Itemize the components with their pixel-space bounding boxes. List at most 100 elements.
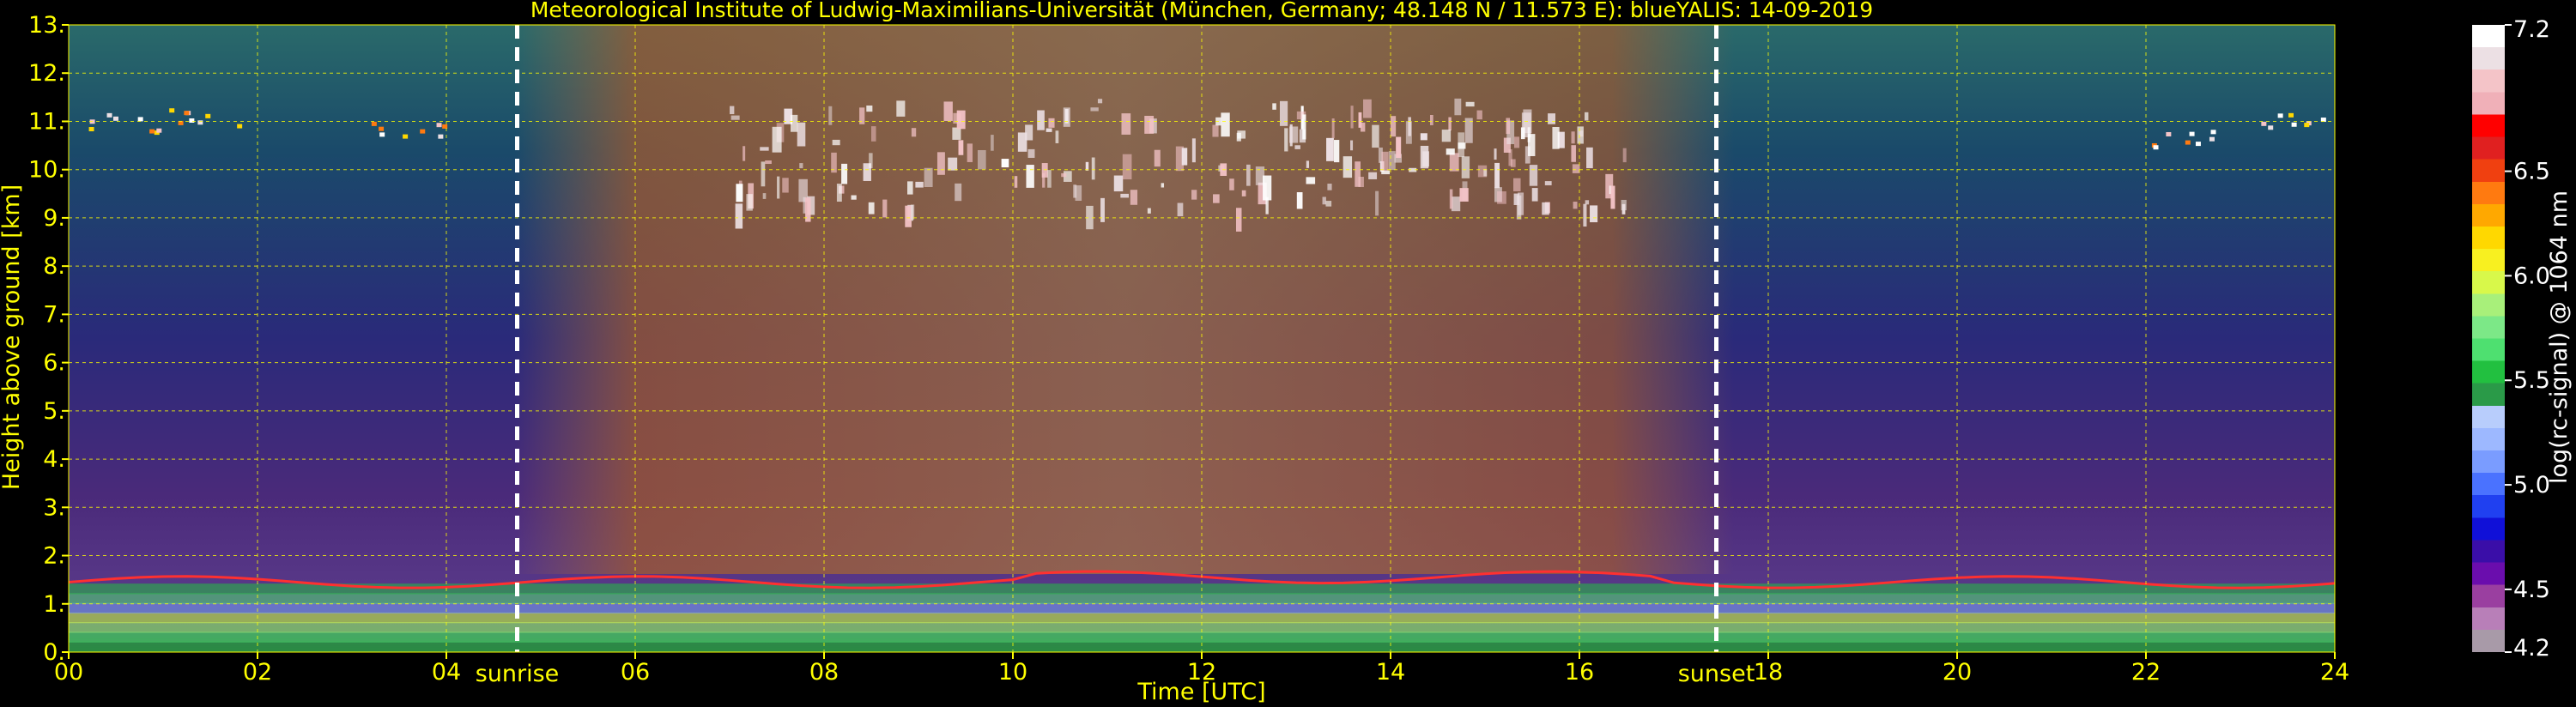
cirrus-cloud-mark <box>799 163 803 169</box>
cirrus-cloud-mark <box>955 183 962 202</box>
cirrus-cloud-mark <box>882 199 888 218</box>
cirrus-cloud-mark <box>1388 151 1396 171</box>
cirrus-cloud-mark <box>1061 172 1067 178</box>
cirrus-cloud-mark <box>1147 208 1151 214</box>
cirrus-cloud-mark <box>1350 140 1354 151</box>
x-tick-label: 24 <box>2320 659 2349 686</box>
cirrus-cloud-mark <box>1121 113 1131 135</box>
chart-title: Meteorological Institute of Ludwig-Maxim… <box>530 0 1873 22</box>
cirrus-cloud-mark <box>1246 164 1251 186</box>
colorbar-tick-label: 5.0 <box>2513 472 2550 499</box>
x-axis-label: Time [UTC] <box>1136 679 1265 705</box>
y-tick-label: 11. <box>28 108 65 135</box>
cirrus-cloud-mark <box>1584 112 1589 121</box>
colorbar: 7.2 6.5 6.0 5.5 5.0 4.5 4.2 log(rc-signal) @ 1… <box>2472 16 2573 662</box>
cirrus-cloud-mark <box>943 101 953 121</box>
y-tick-label: 5. <box>43 398 65 425</box>
colorbar-tick-label: 5.5 <box>2513 367 2550 394</box>
y-axis-label: Height above ground [km] <box>0 184 25 490</box>
cirrus-cloud-mark <box>1130 190 1138 205</box>
cirrus-cloud-mark <box>828 106 833 125</box>
cloud-patch-mark <box>106 112 112 118</box>
cirrus-cloud-mark <box>1494 162 1500 189</box>
cirrus-cloud-mark <box>1046 128 1052 132</box>
cloud-patch-mark <box>2268 125 2274 130</box>
cirrus-cloud-mark <box>1518 192 1524 215</box>
cirrus-cloud-mark <box>841 163 848 184</box>
cirrus-cloud-mark <box>1358 176 1364 188</box>
cirrus-cloud-mark <box>1527 127 1530 142</box>
cirrus-cloud-mark <box>1476 110 1482 120</box>
cloud-patch-mark <box>403 134 409 139</box>
cloud-patch-mark <box>237 124 243 129</box>
cirrus-cloud-mark <box>1396 136 1402 159</box>
cirrus-cloud-mark <box>1154 149 1161 167</box>
cirrus-cloud-mark <box>977 149 986 170</box>
cloud-patch-mark <box>2153 145 2159 150</box>
cirrus-cloud-mark <box>1448 117 1452 131</box>
cloud-patch-mark <box>2166 131 2172 136</box>
cloud-patch-mark <box>2209 136 2215 142</box>
y-tick-label: 0. <box>43 639 65 666</box>
cirrus-cloud-mark <box>1302 114 1306 140</box>
cirrus-cloud-mark <box>1494 148 1497 160</box>
cirrus-cloud-mark <box>1055 130 1059 143</box>
colorbar-tick-label: 6.0 <box>2513 263 2550 289</box>
cirrus-cloud-mark <box>738 180 742 184</box>
cirrus-cloud-mark <box>1446 148 1455 155</box>
cirrus-cloud-mark <box>1571 145 1576 162</box>
cirrus-cloud-mark <box>1026 165 1034 188</box>
colorbar-tick-label: 6.5 <box>2513 159 2550 185</box>
cirrus-cloud-mark <box>1548 113 1555 124</box>
cirrus-cloud-mark <box>1552 126 1560 149</box>
cirrus-cloud-mark <box>1381 170 1391 175</box>
x-tick-label: 08 <box>809 659 839 686</box>
y-tick-label: 6. <box>43 350 65 377</box>
cloud-patch-mark <box>205 113 211 118</box>
cirrus-cloud-mark <box>1326 137 1334 161</box>
cirrus-cloud-mark <box>1449 153 1459 172</box>
cirrus-cloud-mark <box>948 157 958 171</box>
cirrus-cloud-mark <box>1334 140 1340 163</box>
cirrus-cloud-mark <box>1454 98 1462 116</box>
y-tick-label: 2. <box>43 543 65 570</box>
cirrus-cloud-mark <box>1577 126 1584 144</box>
cloud-patch-mark <box>2288 112 2294 118</box>
cirrus-cloud-mark <box>782 178 789 193</box>
cirrus-cloud-mark <box>1235 208 1242 232</box>
x-tick-label: 04 <box>432 659 461 686</box>
cirrus-cloud-mark <box>1622 148 1627 163</box>
y-tick-label: 1. <box>43 591 65 618</box>
cirrus-cloud-mark <box>1390 116 1397 137</box>
cirrus-cloud-mark <box>956 110 966 130</box>
cirrus-cloud-mark <box>910 204 915 220</box>
cirrus-cloud-mark <box>1585 200 1590 205</box>
cirrus-cloud-mark <box>1590 205 1598 223</box>
cirrus-cloud-mark <box>1572 164 1580 173</box>
cirrus-cloud-mark <box>1586 147 1593 169</box>
cirrus-cloud-mark <box>1449 189 1453 209</box>
cirrus-cloud-mark <box>1610 185 1615 209</box>
cirrus-cloud-mark <box>760 147 769 151</box>
cirrus-cloud-mark <box>736 184 743 202</box>
cirrus-cloud-mark <box>1091 157 1095 180</box>
cloud-patch-mark <box>156 128 162 133</box>
cirrus-cloud-mark <box>866 105 873 112</box>
colorbar-gradient <box>2472 25 2505 652</box>
cirrus-cloud-mark <box>730 115 740 120</box>
cloud-patch-mark <box>137 117 143 122</box>
cirrus-cloud-mark <box>1229 178 1234 190</box>
cloud-patch-mark <box>2261 121 2267 126</box>
cirrus-cloud-mark <box>1322 196 1326 205</box>
cirrus-cloud-mark <box>1294 145 1300 149</box>
cirrus-cloud-mark <box>1181 148 1188 166</box>
cirrus-cloud-mark <box>1465 101 1475 107</box>
cirrus-cloud-mark <box>905 205 912 227</box>
lidar-chart: sunrise sunset 00 02 04 06 08 10 12 14 16 18 20 22 24… <box>0 0 2573 705</box>
y-tick-label: 10. <box>28 157 65 184</box>
cirrus-cloud-mark <box>1375 190 1379 216</box>
cirrus-cloud-mark <box>1306 160 1310 168</box>
cirrus-cloud-mark <box>1368 172 1378 179</box>
cirrus-cloud-mark <box>1451 196 1461 212</box>
cirrus-cloud-mark <box>936 152 945 175</box>
